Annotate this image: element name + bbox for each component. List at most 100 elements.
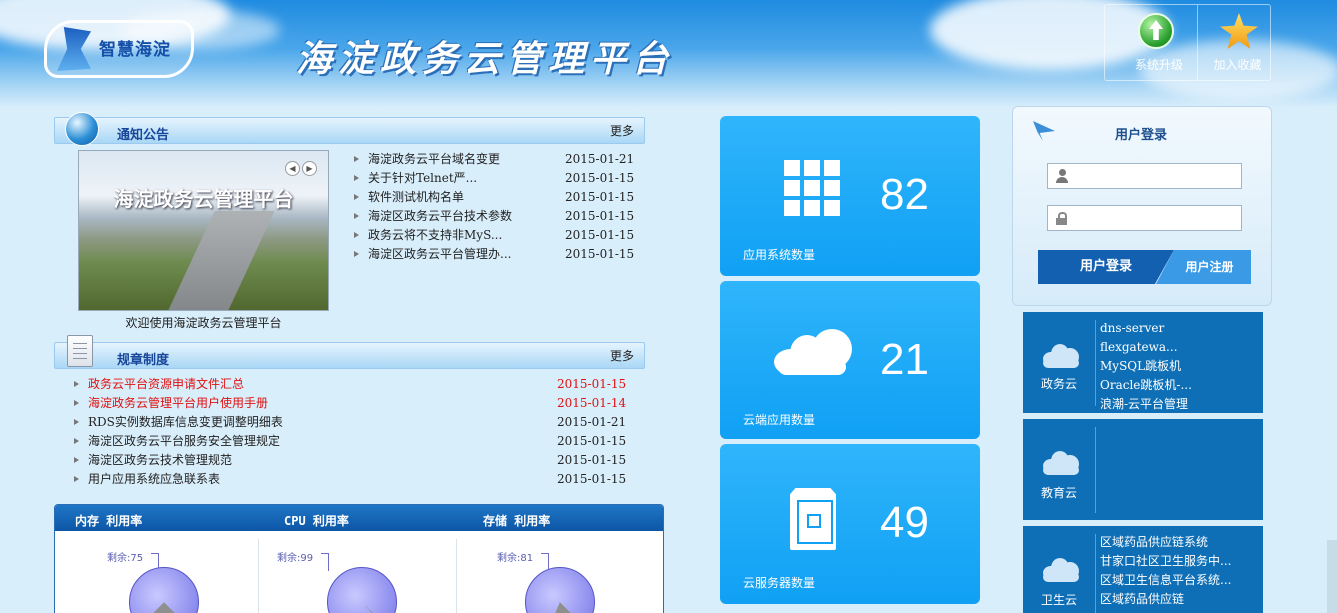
site-logo[interactable]: 智慧海淀 (44, 20, 194, 78)
server-icon (790, 488, 836, 550)
storage-remain-label: 剩余:81 (497, 553, 534, 564)
username-input[interactable] (1074, 166, 1236, 186)
memory-usage-label: 内存 利用率 (75, 514, 143, 528)
carousel-photo-road (163, 211, 275, 310)
list-item[interactable]: Oracle跳板机-... (1100, 376, 1192, 395)
logo-mark-icon (57, 27, 91, 71)
cloud-apps-tile[interactable]: 21 云端应用数量 (720, 281, 980, 439)
system-upgrade-button[interactable]: 系统升级 (1119, 5, 1199, 80)
list-item: 海淀区政务云技术管理规范 2015-01-15 (74, 451, 626, 470)
header-toolbar: 系统升级 加入收藏 (1104, 4, 1271, 81)
rules-section-title: 规章制度 (117, 353, 170, 368)
list-item: 政务云平台资源申请文件汇总 2015-01-15 (74, 375, 626, 394)
gauge-leader-line (321, 553, 329, 571)
cpu-usage-label: CPU 利用率 (284, 514, 349, 528)
paper-plane-icon (1033, 121, 1055, 141)
rule-link[interactable]: 海淀政务云管理平台用户使用手册 (88, 394, 268, 413)
rule-link[interactable]: 用户应用系统应急联系表 (88, 470, 220, 489)
rules-more-link[interactable]: 更多 (610, 347, 634, 364)
app-systems-tile[interactable]: 82 应用系统数量 (720, 116, 980, 276)
login-actions: 用户登录 用户注册 (1038, 250, 1251, 284)
rule-date: 2015-01-15 (557, 434, 627, 448)
notice-list: 海淀政务云平台域名变更 2015-01-21 关于针对Telnet严... 2015… (354, 150, 634, 264)
list-item: 软件测试机构名单 2015-01-15 (354, 188, 634, 207)
notice-date: 2015-01-15 (565, 247, 635, 261)
storage-used-wedge (526, 568, 594, 613)
divider (1095, 320, 1096, 406)
list-item[interactable]: dns-server (1100, 319, 1192, 338)
notice-date: 2015-01-15 (565, 171, 635, 185)
notice-date: 2015-01-21 (565, 152, 635, 166)
globe-icon (65, 112, 99, 146)
cpu-remain-label: 剩余:99 (277, 553, 314, 564)
rule-link[interactable]: RDS实例数据库信息变更调整明细表 (88, 413, 283, 432)
grid-icon (784, 160, 840, 216)
document-icon (67, 335, 93, 367)
notice-link[interactable]: 软件测试机构名单 (368, 188, 464, 207)
list-item: RDS实例数据库信息变更调整明细表 2015-01-21 (74, 413, 626, 432)
list-item: 海淀区政务云平台技术参数 2015-01-15 (354, 207, 634, 226)
cpu-used-wedge (328, 568, 396, 613)
list-item: 关于针对Telnet严... 2015-01-15 (354, 169, 634, 188)
list-item[interactable]: flexgatewa... (1100, 338, 1192, 357)
password-field (1047, 205, 1242, 231)
app-systems-label: 应用系统数量 (743, 248, 816, 262)
list-item: 用户应用系统应急联系表 2015-01-15 (74, 470, 626, 489)
list-item: 海淀区政务云平台管理办... 2015-01-15 (354, 245, 634, 264)
storage-gauge: 剩余:81 (455, 531, 645, 613)
rule-link[interactable]: 海淀区政务云技术管理规范 (88, 451, 232, 470)
carousel-title: 海淀政务云管理平台 (113, 187, 294, 211)
notice-section-header: 通知公告 更多 (54, 112, 645, 146)
carousel-prev-icon[interactable]: ◀ (285, 161, 300, 176)
divider (1095, 427, 1096, 513)
cloud-icon (774, 329, 854, 375)
gov-cloud-name: 政务云 (1040, 377, 1077, 391)
list-item[interactable]: 区域卫生信息平台系统... (1100, 571, 1231, 590)
carousel-caption: 欢迎使用海淀政务云管理平台 (125, 316, 282, 330)
memory-gauge: 剩余:75 (55, 531, 245, 613)
notice-link[interactable]: 海淀政务云平台域名变更 (368, 150, 500, 169)
rule-link[interactable]: 海淀区政务云平台服务安全管理规定 (88, 432, 280, 451)
list-item: 海淀政务云管理平台用户使用手册 2015-01-14 (74, 394, 626, 413)
cloud-servers-count: 49 (880, 498, 929, 547)
notice-more-link[interactable]: 更多 (610, 122, 634, 139)
storage-pie (525, 567, 595, 613)
list-item[interactable]: 浪潮-云平台管理 (1100, 395, 1192, 414)
rule-link[interactable]: 政务云平台资源申请文件汇总 (88, 375, 244, 394)
cloud-servers-label: 云服务器数量 (743, 576, 816, 590)
cpu-pie (327, 567, 397, 613)
notice-date: 2015-01-15 (565, 209, 635, 223)
page-scrollbar[interactable] (1327, 540, 1337, 613)
storage-usage-label: 存储 利用率 (483, 514, 551, 528)
cloud-icon (1041, 556, 1081, 582)
password-input[interactable] (1074, 208, 1236, 228)
system-upgrade-label: 系统升级 (1134, 58, 1183, 72)
login-button[interactable]: 用户登录 (1038, 250, 1174, 284)
cloud-servers-tile[interactable]: 49 云服务器数量 (720, 444, 980, 604)
health-cloud-panel: 卫生云 区域药品供应链系统 甘家口社区卫生服务中... 区域卫生信息平台系统..… (1023, 526, 1263, 613)
add-favorite-button[interactable]: 加入收藏 (1197, 5, 1277, 80)
notice-date: 2015-01-15 (565, 228, 635, 242)
notice-link[interactable]: 政务云将不支持非MyS... (368, 226, 502, 245)
list-item: 海淀政务云平台域名变更 2015-01-21 (354, 150, 634, 169)
notice-carousel[interactable]: 海淀政务云管理平台 ◀ ▶ (78, 150, 329, 311)
notice-link[interactable]: 海淀区政务云平台技术参数 (368, 207, 512, 226)
notice-section-title: 通知公告 (117, 128, 170, 143)
list-item[interactable]: 区域药品供应链 (1100, 590, 1231, 609)
carousel-next-icon[interactable]: ▶ (302, 161, 317, 176)
add-favorite-label: 加入收藏 (1213, 58, 1262, 72)
list-item[interactable]: 区域药品供应链系统 (1100, 533, 1231, 552)
memory-remain-label: 剩余:75 (107, 553, 144, 564)
gov-cloud-panel: 政务云 dns-server flexgatewa... MySQL跳板机 Or… (1023, 312, 1263, 413)
list-item[interactable]: MySQL跳板机 (1100, 357, 1192, 376)
edu-cloud-name: 教育云 (1040, 486, 1077, 500)
app-systems-count: 82 (880, 170, 929, 219)
edu-cloud-panel: 教育云 (1023, 419, 1263, 520)
list-item[interactable]: 甘家口社区卫生服务中... (1100, 552, 1231, 571)
notice-link[interactable]: 海淀区政务云平台管理办... (368, 245, 511, 264)
rule-date: 2015-01-15 (557, 377, 627, 391)
rule-date: 2015-01-21 (557, 415, 627, 429)
user-icon (1056, 169, 1068, 183)
notice-link[interactable]: 关于针对Telnet严... (368, 169, 477, 188)
cloud-icon (1041, 449, 1081, 475)
